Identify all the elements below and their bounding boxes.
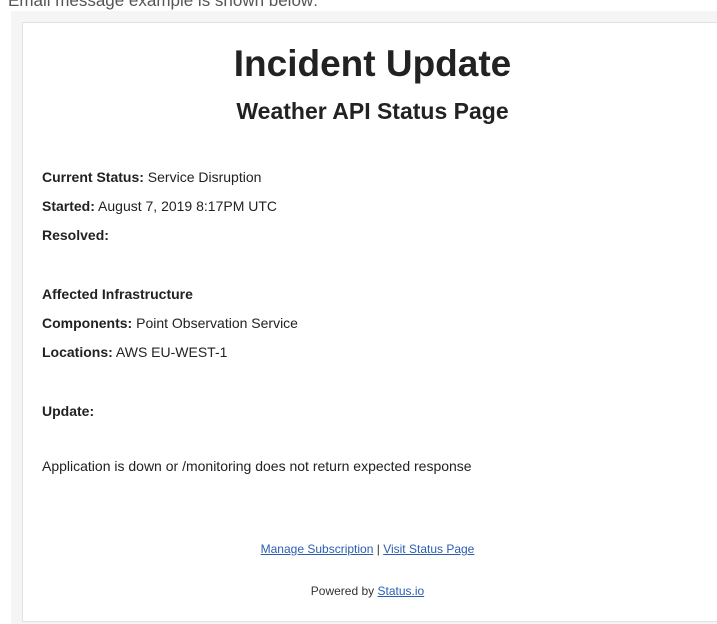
started-row: Started: August 7, 2019 8:17PM UTC <box>42 197 277 215</box>
powered-by-text: Powered by <box>310 584 375 598</box>
started-value: August 7, 2019 8:17PM UTC <box>98 198 278 214</box>
visit-status-page-link[interactable]: Visit Status Page <box>383 542 474 556</box>
status-io-link[interactable]: Status.io <box>378 584 425 598</box>
powered-by: Powered by Status.io <box>0 583 717 599</box>
affected-infrastructure-row: Affected Infrastructure <box>42 285 193 303</box>
started-label: Started: <box>42 198 95 214</box>
current-status-label: Current Status: <box>42 169 144 185</box>
resolved-label: Resolved: <box>42 227 109 243</box>
footer-link-separator: | <box>376 542 380 556</box>
manage-subscription-link[interactable]: Manage Subscription <box>261 542 374 556</box>
components-value: Point Observation Service <box>136 315 298 331</box>
footer-links: Manage Subscription | Visit Status Page <box>0 541 717 557</box>
current-status-row: Current Status: Service Disruption <box>42 168 261 186</box>
intro-text: Email message example is shown below: <box>8 0 318 10</box>
resolved-row: Resolved: <box>42 226 109 244</box>
locations-row: Locations: AWS EU-WEST-1 <box>42 343 227 361</box>
update-message: Application is down or /monitoring does … <box>42 458 472 474</box>
update-row: Update: <box>42 402 94 420</box>
update-label: Update: <box>42 403 95 419</box>
locations-value: AWS EU-WEST-1 <box>115 344 228 360</box>
current-status-value: Service Disruption <box>147 169 262 185</box>
components-label: Components: <box>42 315 133 331</box>
components-row: Components: Point Observation Service <box>42 314 298 332</box>
affected-infrastructure-heading: Affected Infrastructure <box>42 286 193 302</box>
email-subtitle: Weather API Status Page <box>236 98 509 124</box>
locations-label: Locations: <box>42 344 113 360</box>
email-title: Incident Update <box>233 43 512 84</box>
